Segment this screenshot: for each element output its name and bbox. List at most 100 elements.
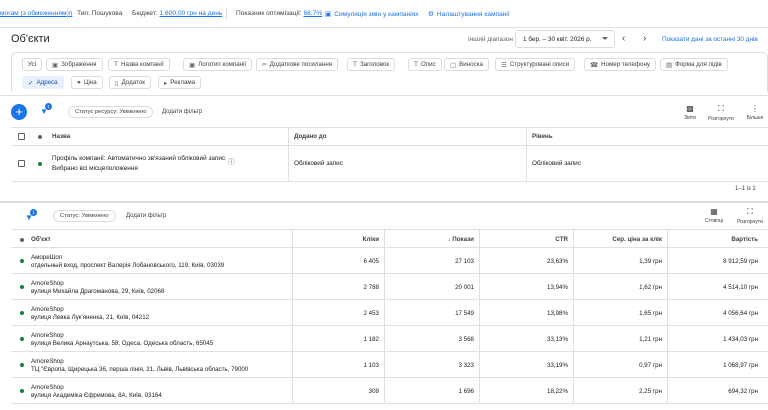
column-divider [526,128,527,146]
table-row[interactable]: AmoreShop ТЦ "Європа, Щирецька 36, перша… [11,352,768,378]
chip-label: Заголовок [359,61,390,68]
phone-icon: ☎ [590,61,599,69]
row-checkbox[interactable] [18,160,25,167]
table-header: Назва Додано до Рівень [11,128,768,146]
simulate-changes-button[interactable]: ▣ Симуляція змін у кампаніях [325,10,419,19]
avg-cpc-value: 1,39 грн [639,258,662,265]
column-clicks[interactable]: Кліки [363,236,379,243]
location-name: AmoreShop [31,384,64,391]
table-row[interactable]: AmoreShop вулиця Михайла Драгоманова, 29… [11,274,768,300]
chip-headlines[interactable]: T Заголовок [347,58,396,71]
column-divider [667,352,668,378]
column-name[interactable]: Назва [52,133,70,140]
column-ctr[interactable]: CTR [555,236,568,243]
chip-sitelinks[interactable]: ∞ Додаткове посилання [256,58,339,71]
status-dot-icon [20,238,24,242]
columns-button[interactable]: ▦ Стовпці [699,207,729,224]
table-row[interactable]: Профіль компанії: Автоматично зв'язаний … [11,146,768,182]
chip-lead-form[interactable]: ▤ Форма для лідів [660,58,728,71]
chip-address[interactable]: ✓ Адреса [22,76,64,89]
column-divider [573,248,574,274]
ctr-value: 33,19% [547,362,568,369]
impressions-value: 20 001 [455,284,474,291]
location-address: вулиця Михайла Драгоманова, 29, Київ, 02… [31,288,165,295]
optimization-value-link[interactable]: 68,7% [303,10,322,17]
column-cost[interactable]: Вартість [731,236,758,243]
chip-phone[interactable]: ☎ Номер телефону [584,58,656,71]
location-name: AmoreShop [31,332,64,339]
show-last-30-days-link[interactable]: Показати дані за останні 30 днів [662,36,758,43]
column-object[interactable]: Об'єкт [31,236,51,243]
column-divider [288,146,289,182]
chip-app[interactable]: ▯ Додаток [109,76,151,89]
optimization-label: Показник оптимізації: [236,10,302,17]
level-value: Обліковий запис [532,160,581,167]
chip-all[interactable]: Усі [22,58,42,71]
chip-structured-snippets[interactable]: ☰ Структуровані описи [495,58,576,71]
campaign-settings-button[interactable]: ⚙ Налаштування кампанії [428,10,510,19]
column-divider [573,274,574,300]
table-row[interactable]: АмореШоп отдельный вход, проспект Валері… [11,248,768,274]
column-divider [479,230,480,249]
budget-link[interactable]: 1 600,00 грн на день [160,10,223,17]
column-divider [526,146,527,182]
enabled-dot-icon [20,311,24,315]
column-divider [667,300,668,326]
expand-button[interactable]: ⛶ Розгорнути [706,104,736,122]
column-added-to[interactable]: Додано до [294,133,327,140]
chip-images[interactable]: ▣ Зображення [46,58,103,71]
campaign-status-link[interactable]: могам (з обмеженнями) [0,10,72,17]
column-divider [573,352,574,378]
more-button[interactable]: ⋮ Більше [740,104,768,121]
chevron-right-icon[interactable]: › [643,33,646,44]
chevron-left-icon[interactable]: ‹ [622,33,625,44]
date-range-picker[interactable]: 1 бер. – 30 квіт. 2026 р. [515,30,615,48]
add-filter-button[interactable]: Додати фільтр [126,213,166,219]
text-icon: T [114,61,118,68]
divider [67,8,68,19]
column-avg-cpc[interactable]: Сер. ціна за клік [612,236,662,243]
column-impressions[interactable]: ↓ Покази [447,236,474,243]
link-icon: ∞ [262,61,267,68]
resource-status-filter-chip[interactable]: Статус ресурсу: Увімкнено [68,106,154,118]
table-row[interactable]: AmoreShop вулиця Левка Лук'яненка, 21, К… [11,300,768,326]
enabled-dot-icon [38,162,42,166]
chip-price[interactable]: ● Ціна [71,76,103,89]
avg-cpc-value: 2,25 грн [639,388,662,395]
column-divider [384,248,385,274]
table-row[interactable]: AmoreShop вулиця Академіка Єфремова, 8А,… [11,378,768,404]
location-name: АмореШоп [31,254,63,261]
chip-business-logo[interactable]: ▣ Логотип компанії [183,58,253,71]
chip-business-name[interactable]: T Назва компанії [108,58,170,71]
chip-label: Опис [420,61,436,68]
column-divider [384,230,385,249]
reports-button[interactable]: ▩ Звіти [675,104,705,121]
image-icon: ▣ [52,61,59,69]
column-divider [292,300,293,326]
enabled-dot-icon [20,389,24,393]
select-all-checkbox[interactable] [18,133,25,140]
chip-promotion[interactable]: ▸ Реклама [158,76,202,89]
column-divider [667,248,668,274]
price-icon: ● [77,79,81,86]
clicks-value: 2 453 [363,310,379,317]
chip-callouts[interactable]: ▢ Виноска [444,58,489,71]
expand-button[interactable]: ⛶ Розгорнути [735,207,765,225]
add-asset-button[interactable]: + [11,104,27,120]
filter-count-badge: 1 [30,209,37,216]
column-divider [479,274,480,300]
status-filter-chip[interactable]: Статус: Увімкнено [53,210,116,222]
status-dot-icon [38,135,42,139]
chip-label: Логотип компанії [198,61,247,68]
callout-icon: ▢ [450,61,457,69]
column-divider [573,378,574,404]
help-icon[interactable]: ⓘ [228,157,235,167]
table-row[interactable]: AmoreShop вулиця Велика Арнаутська, 58, … [11,326,768,352]
location-address: вулиця Левка Лук'яненка, 21, Київ, 04212 [31,314,150,321]
asset-locations: Вибрано всі місцеположення [52,165,138,172]
ctr-value: 13,94% [547,284,568,291]
column-level[interactable]: Рівень [532,133,553,140]
simulator-icon: ▣ [325,11,332,18]
chip-descriptions[interactable]: T Опис [408,58,442,71]
add-filter-button[interactable]: Додати фільтр [162,109,202,115]
